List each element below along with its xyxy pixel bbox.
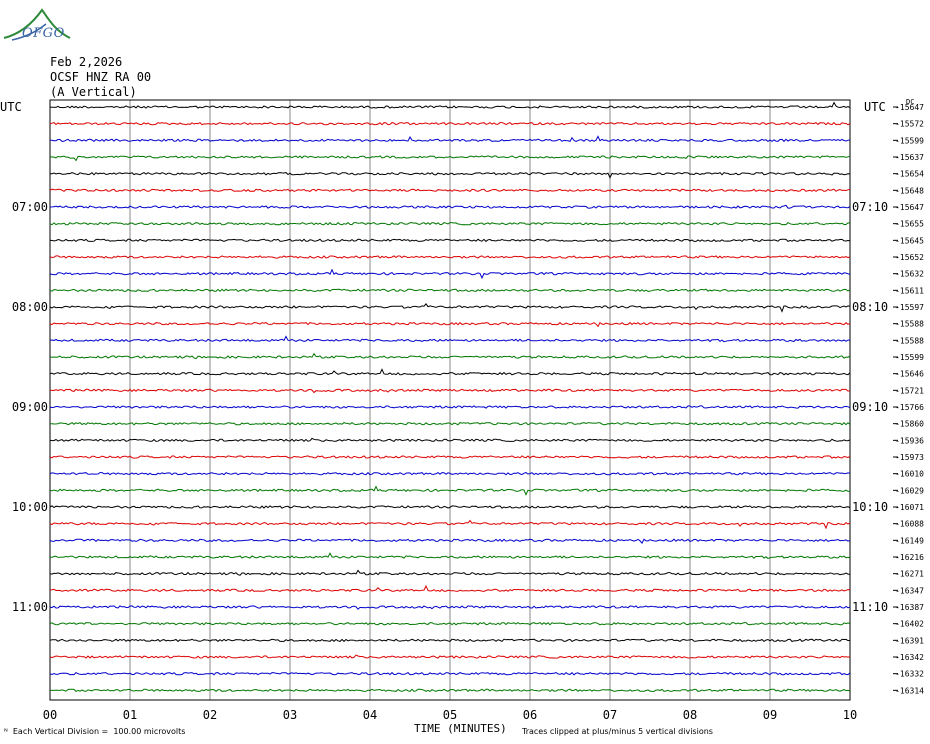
dc-offset-label-13: -15588 [895, 320, 924, 329]
dc-offset-label-20: -15936 [895, 436, 924, 445]
right-hour-label-1: 08:10 [852, 300, 888, 314]
dc-offset-label-28: -16271 [895, 570, 924, 579]
dc-offset-label-8: -15645 [895, 236, 924, 245]
dc-offset-label-19: -15860 [895, 420, 924, 429]
dc-offset-label-5: -15648 [895, 186, 924, 195]
left-hour-label-4: 11:00 [12, 600, 48, 614]
dc-offset-label-4: -15654 [895, 170, 924, 179]
x-tick-label-02: 02 [203, 708, 217, 722]
dc-offset-label-33: -16342 [895, 653, 924, 662]
dc-marker-label: DC [906, 98, 914, 106]
dc-offset-label-27: -16216 [895, 553, 924, 562]
right-utc-label: UTC [864, 100, 886, 114]
dc-offset-label-21: -15973 [895, 453, 924, 462]
dc-offset-label-2: -15599 [895, 136, 924, 145]
dc-offset-label-14: -15588 [895, 336, 924, 345]
x-tick-label-01: 01 [123, 708, 137, 722]
scale-note-text: Each Vertical Division = 100.00 microvol… [12, 727, 186, 736]
dc-offset-label-6: -15647 [895, 203, 924, 212]
dc-offset-label-15: -15599 [895, 353, 924, 362]
left-hour-label-1: 08:00 [12, 300, 48, 314]
left-utc-label: UTC [0, 100, 22, 114]
right-hour-label-3: 10:10 [852, 500, 888, 514]
dc-offset-label-7: -15655 [895, 220, 924, 229]
dc-offset-label-17: -15721 [895, 386, 924, 395]
dc-offset-label-16: -15646 [895, 370, 924, 379]
dc-offset-label-32: -16391 [895, 636, 924, 645]
left-hour-label-2: 09:00 [12, 400, 48, 414]
dc-offset-label-31: -16402 [895, 620, 924, 629]
x-tick-label-08: 08 [683, 708, 697, 722]
x-tick-label-03: 03 [283, 708, 297, 722]
dc-offset-label-29: -16347 [895, 586, 924, 595]
left-hour-label-3: 10:00 [12, 500, 48, 514]
dc-offset-label-23: -16029 [895, 486, 924, 495]
dc-offset-label-18: -15766 [895, 403, 924, 412]
dc-offset-label-34: -16332 [895, 670, 924, 679]
x-axis-label: TIME (MINUTES) [414, 722, 507, 735]
dc-offset-label-26: -16149 [895, 536, 924, 545]
dc-offset-label-22: -16010 [895, 470, 924, 479]
x-tick-label-05: 05 [443, 708, 457, 722]
x-tick-label-06: 06 [523, 708, 537, 722]
x-tick-label-09: 09 [763, 708, 777, 722]
right-hour-label-4: 11:10 [852, 600, 888, 614]
dc-offset-label-1: -15572 [895, 120, 924, 129]
dc-offset-label-35: -16314 [895, 686, 924, 695]
x-tick-label-07: 07 [603, 708, 617, 722]
x-tick-label-10: 10 [843, 708, 857, 722]
dc-offset-label-9: -15652 [895, 253, 924, 262]
dc-offset-label-3: -15637 [895, 153, 924, 162]
dc-offset-label-25: -16088 [895, 520, 924, 529]
dc-offset-label-12: -15597 [895, 303, 924, 312]
dc-offset-label-24: -16071 [895, 503, 924, 512]
dc-offset-label-11: -15611 [895, 286, 924, 295]
dc-offset-label-30: -16387 [895, 603, 924, 612]
x-tick-label-04: 04 [363, 708, 377, 722]
scale-note: ᴺ Each Vertical Division = 100.00 microv… [4, 727, 186, 736]
right-hour-label-0: 07:10 [852, 200, 888, 214]
x-tick-label-00: 00 [43, 708, 57, 722]
seismogram-plot: -15647 -15572 -15599 -15637 -15654 -15648 -156… [0, 98, 924, 722]
left-hour-label-0: 07:00 [12, 200, 48, 214]
dc-offset-label-10: -15632 [895, 270, 924, 279]
right-hour-label-2: 09:10 [852, 400, 888, 414]
clip-note: Traces clipped at plus/minus 5 vertical … [522, 727, 713, 736]
